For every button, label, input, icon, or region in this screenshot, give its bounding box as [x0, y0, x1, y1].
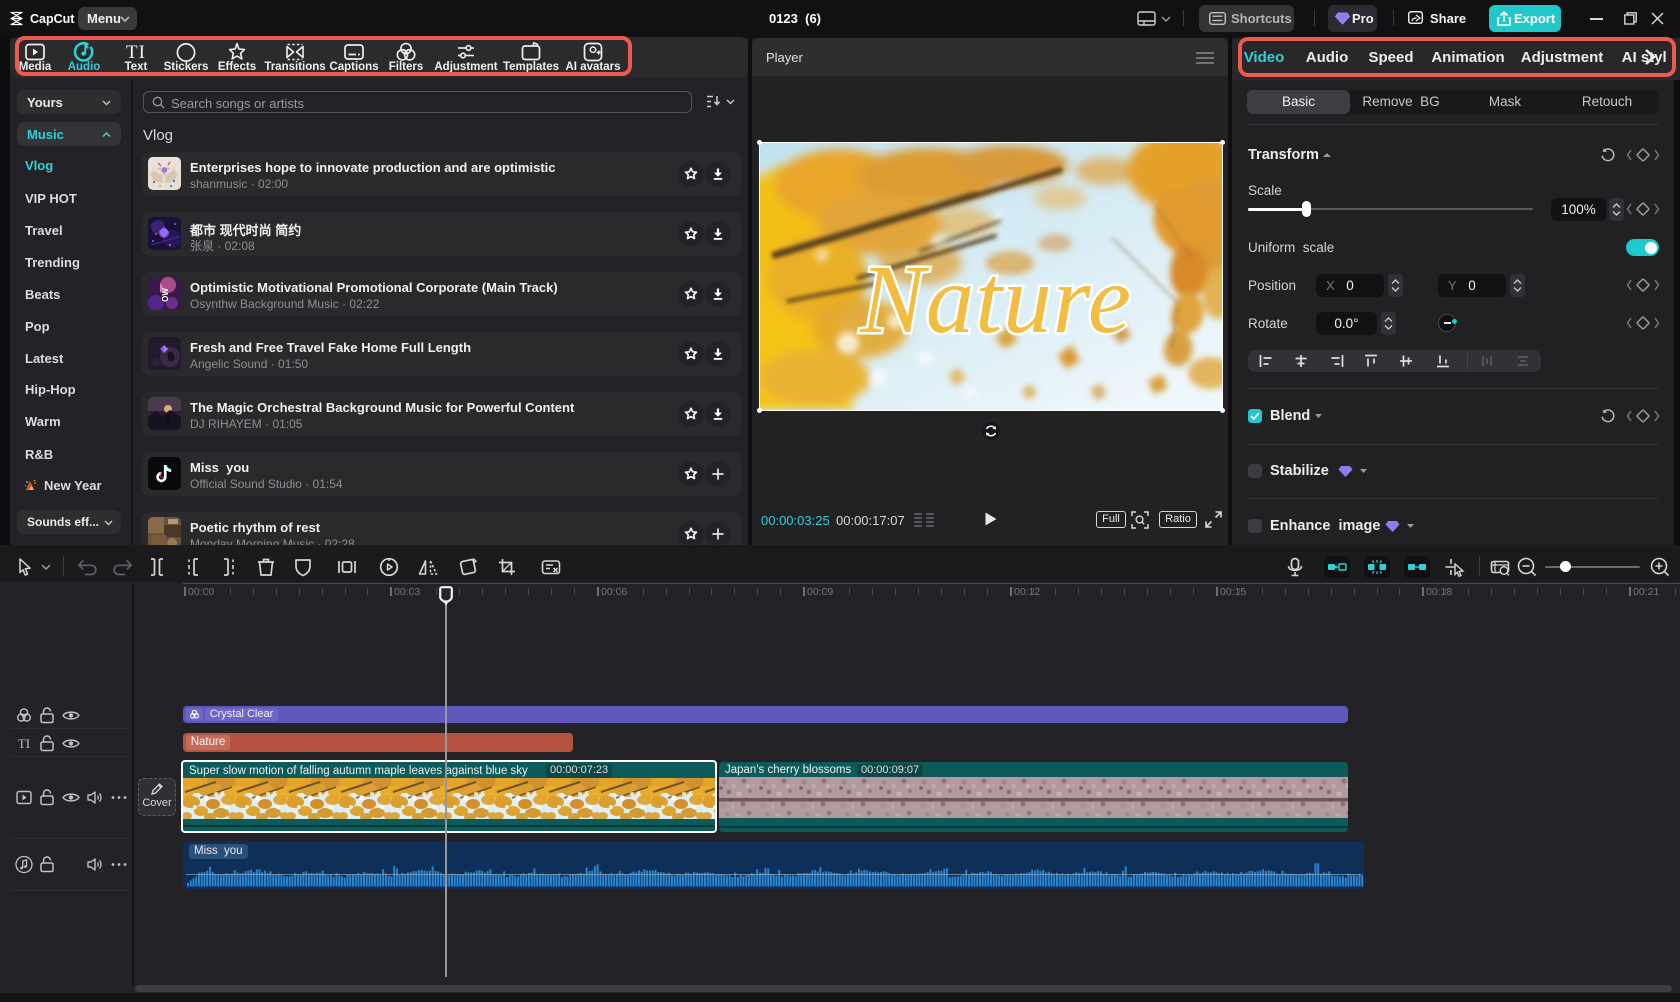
- svg-text:Nature: Nature: [859, 246, 1132, 353]
- svg-text:OW: OW: [161, 288, 170, 302]
- svg-text:TI: TI: [18, 736, 30, 751]
